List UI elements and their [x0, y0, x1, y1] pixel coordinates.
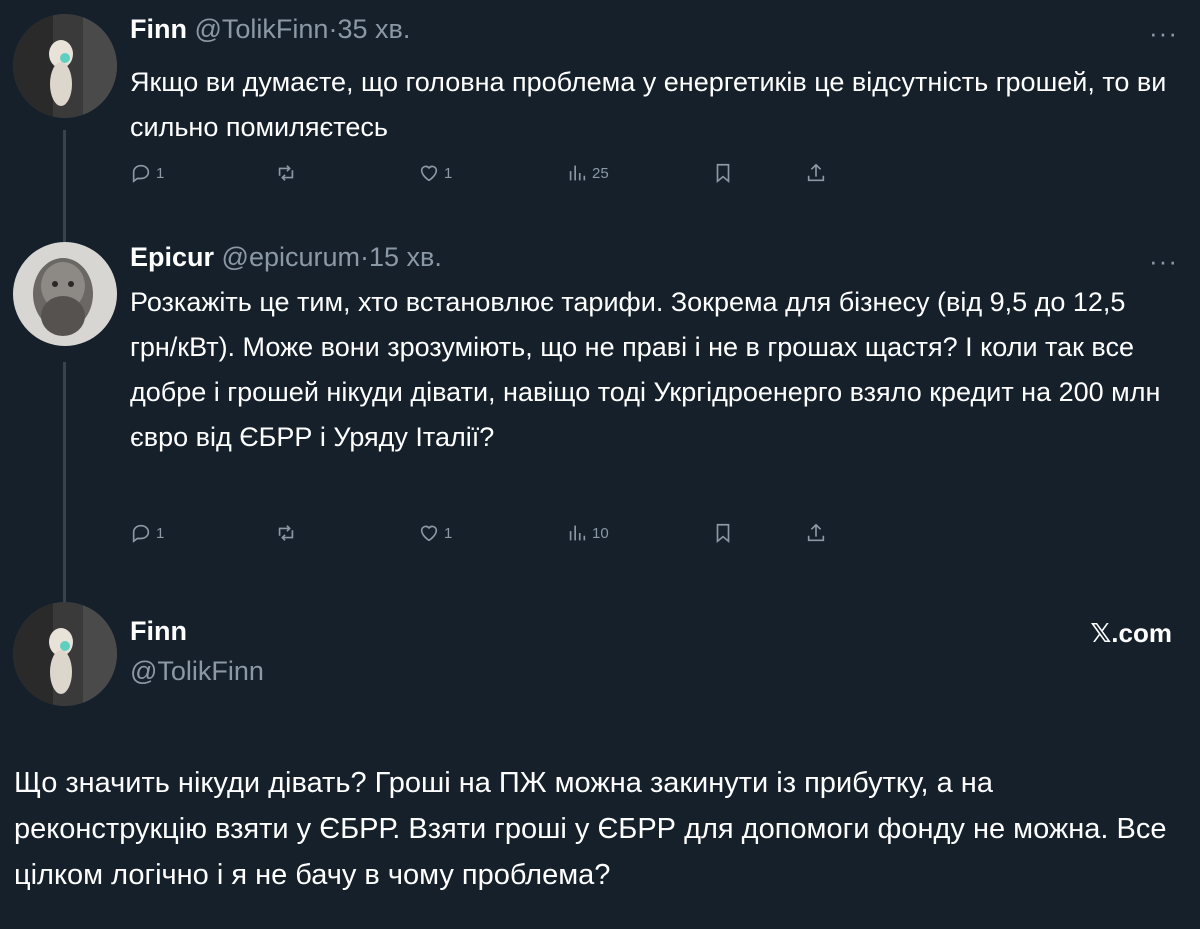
tweet-actions: 1 1 25 — [130, 162, 850, 192]
thread-line — [63, 362, 66, 602]
like-count: 1 — [444, 164, 453, 182]
more-icon[interactable]: ··· — [1149, 20, 1178, 46]
reply-button[interactable]: 1 — [130, 162, 164, 184]
views-button[interactable]: 25 — [566, 162, 609, 184]
reply-count: 1 — [156, 164, 165, 182]
x-logo[interactable]: 𝕏.com — [1090, 618, 1172, 649]
avatar[interactable] — [13, 602, 117, 706]
tweet-actions: 1 1 10 — [130, 522, 850, 552]
retweet-button[interactable] — [275, 522, 297, 544]
bookmark-icon — [716, 523, 730, 544]
views-button[interactable]: 10 — [566, 522, 609, 544]
like-button[interactable]: 1 — [418, 162, 452, 184]
views-count: 10 — [592, 524, 609, 542]
reply-icon — [132, 164, 150, 183]
avatar[interactable] — [13, 14, 117, 118]
reply-button[interactable]: 1 — [130, 522, 164, 544]
handle[interactable]: @epicurum — [222, 242, 360, 272]
display-name[interactable]: Finn — [130, 14, 187, 44]
figure-avatar-icon — [13, 602, 117, 706]
tweet-text: Якщо ви думаєте, що головна проблема у е… — [130, 67, 1167, 142]
share-button[interactable] — [805, 522, 827, 544]
like-icon — [420, 525, 438, 542]
retweet-icon — [278, 165, 294, 181]
like-icon — [420, 165, 438, 182]
views-icon — [569, 525, 586, 541]
reply-count: 1 — [156, 524, 165, 542]
share-icon — [807, 523, 825, 542]
bookmark-button[interactable] — [712, 162, 734, 184]
bookmark-icon — [716, 163, 730, 184]
timestamp[interactable]: 35 хв. — [337, 14, 410, 44]
views-count: 25 — [592, 164, 609, 182]
timestamp[interactable]: 15 хв. — [369, 242, 442, 272]
more-icon[interactable]: ··· — [1149, 248, 1178, 274]
retweet-button[interactable] — [275, 162, 297, 184]
avatar[interactable] — [13, 242, 117, 346]
views-icon — [569, 165, 586, 181]
like-count: 1 — [444, 524, 453, 542]
separator: · — [360, 242, 370, 272]
thread-line — [63, 130, 66, 245]
reply-icon — [132, 524, 150, 543]
display-name[interactable]: Finn — [130, 616, 187, 647]
handle[interactable]: @TolikFinn — [130, 656, 264, 687]
tweet-text: Що значить нікуди дівать? Гроші на ПЖ мо… — [14, 767, 1167, 891]
retweet-icon — [278, 525, 294, 541]
bust-avatar-icon — [13, 242, 117, 346]
like-button[interactable]: 1 — [418, 522, 452, 544]
handle[interactable]: @TolikFinn — [195, 14, 329, 44]
figure-avatar-icon — [13, 14, 117, 118]
share-button[interactable] — [805, 162, 827, 184]
share-icon — [807, 163, 825, 182]
bookmark-button[interactable] — [712, 522, 734, 544]
display-name[interactable]: Epicur — [130, 242, 214, 272]
tweet-text: Розкажіть це тим, хто встановлює тарифи.… — [130, 287, 1161, 452]
